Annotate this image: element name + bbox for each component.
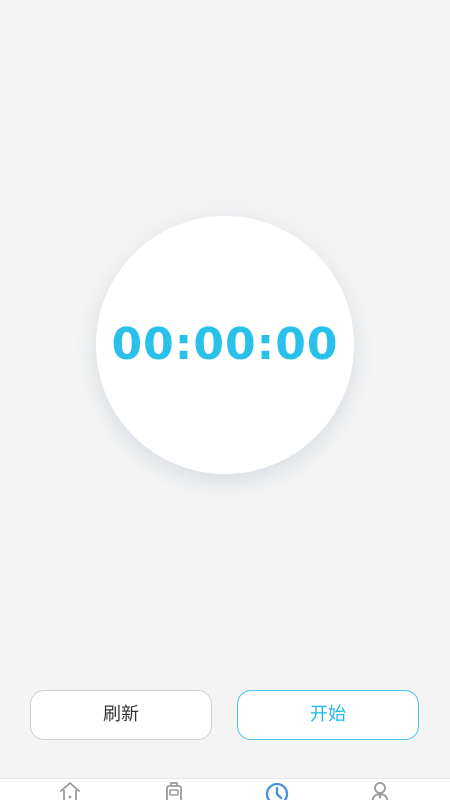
start-button-label: 开始 xyxy=(310,704,346,725)
refresh-button[interactable]: 刷新 xyxy=(30,690,212,740)
clock-icon xyxy=(265,782,289,800)
start-button[interactable]: 开始 xyxy=(237,690,419,740)
refresh-button-label: 刷新 xyxy=(103,704,139,725)
nav-home[interactable] xyxy=(50,780,90,800)
nav-user[interactable] xyxy=(360,780,400,800)
home-icon xyxy=(60,782,80,800)
bottom-navigation xyxy=(0,778,450,800)
timer-screen: 00:00:00 刷新 开始 xyxy=(0,0,450,800)
user-icon xyxy=(371,782,389,800)
bag-icon xyxy=(166,782,182,800)
nav-timer[interactable] xyxy=(257,780,297,800)
timer-display: 00:00:00 xyxy=(111,319,339,370)
nav-bag[interactable] xyxy=(154,780,194,800)
